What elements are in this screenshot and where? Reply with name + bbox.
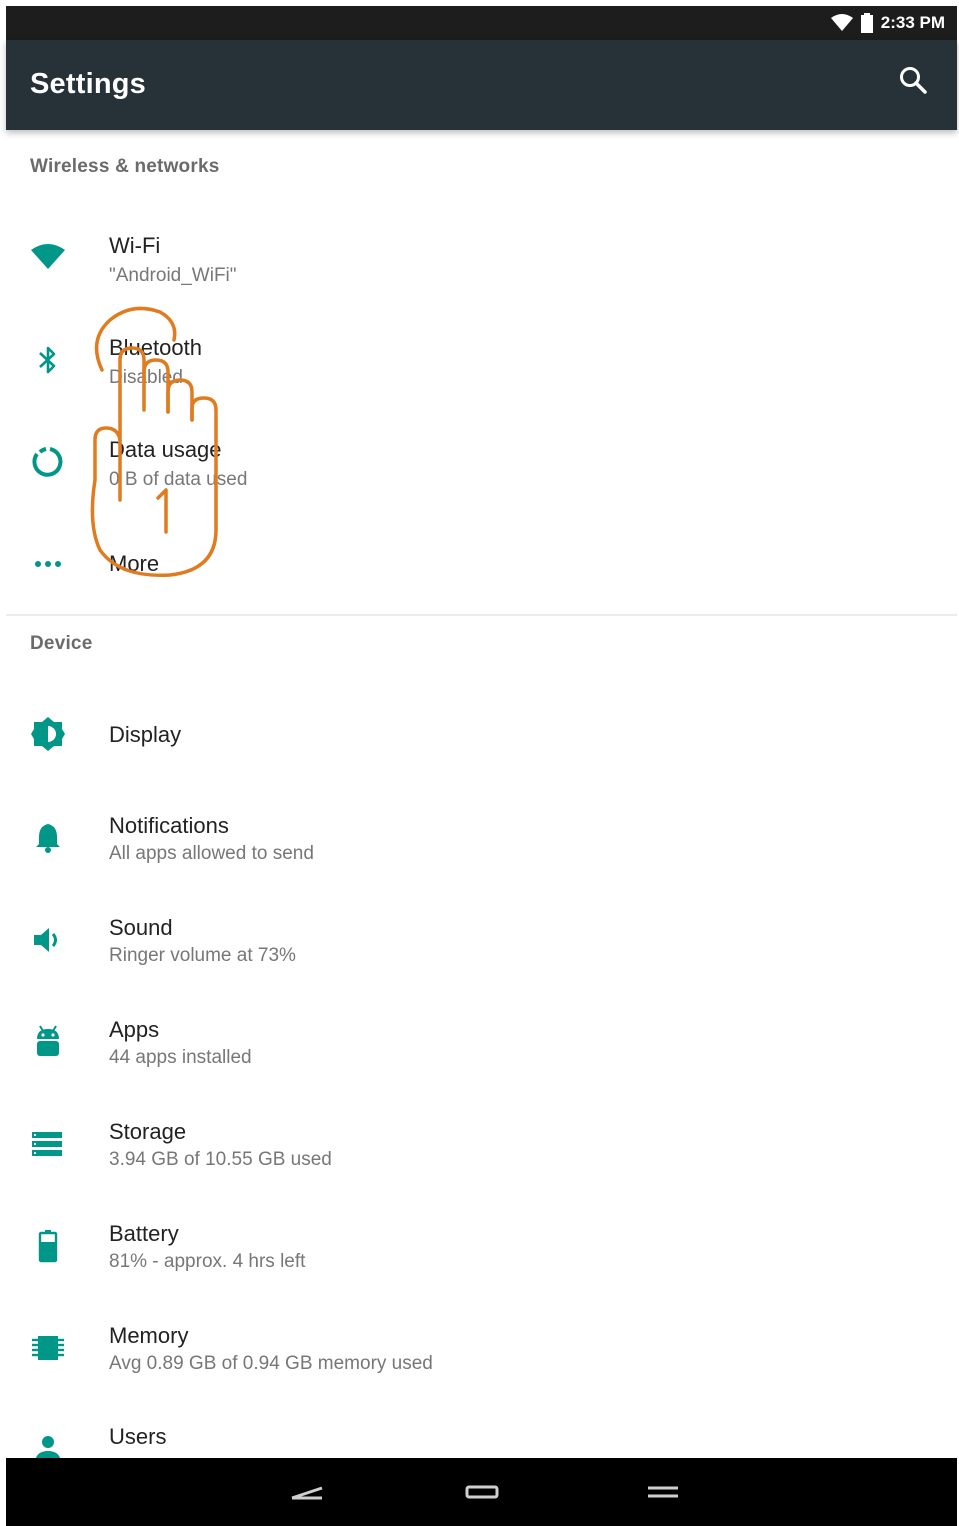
settings-item-data-usage[interactable]: Data usage 0 B of data used: [6, 412, 957, 512]
memory-icon: [32, 1336, 64, 1360]
section-header-wireless: Wireless & networks: [30, 156, 220, 177]
sound-icon: [34, 928, 57, 952]
settings-item-more[interactable]: More: [6, 514, 957, 610]
users-icon: [35, 1436, 61, 1458]
item-summary: Avg 0.89 GB of 0.94 GB memory used: [109, 1353, 433, 1374]
wifi-status-icon: [830, 14, 853, 31]
section-divider: [6, 614, 957, 616]
settings-item-display[interactable]: Display: [6, 686, 957, 786]
settings-item-battery[interactable]: Battery 81% - approx. 4 hrs left: [6, 1196, 957, 1296]
settings-item-wifi[interactable]: Wi-Fi "Android_WiFi": [6, 208, 957, 308]
display-icon: [31, 717, 65, 751]
settings-item-apps[interactable]: Apps 44 apps installed: [6, 992, 957, 1092]
home-icon: [465, 1485, 499, 1499]
item-summary: Ringer volume at 73%: [109, 945, 296, 966]
item-title: Sound: [109, 915, 173, 940]
item-summary: 44 apps installed: [109, 1047, 252, 1068]
settings-item-users[interactable]: Users: [6, 1400, 957, 1458]
item-summary: "Android_WiFi": [109, 265, 237, 286]
item-title: Data usage: [109, 437, 222, 462]
status-time: 2:33 PM: [880, 13, 945, 32]
page-title: Settings: [30, 68, 146, 100]
settings-item-sound[interactable]: Sound Ringer volume at 73%: [6, 890, 957, 990]
item-title: Battery: [109, 1221, 179, 1246]
item-summary: 81% - approx. 4 hrs left: [109, 1251, 306, 1272]
item-title: Storage: [109, 1119, 187, 1144]
search-icon: [900, 67, 927, 94]
item-title: More: [109, 551, 160, 576]
item-summary: 0 B of data used: [109, 469, 248, 490]
back-icon: [291, 1486, 323, 1500]
item-summary: All apps allowed to send: [109, 843, 314, 864]
back-button[interactable]: [282, 1472, 342, 1512]
navigation-bar: [6, 1458, 957, 1526]
battery-icon: [38, 1230, 58, 1263]
item-title: Notifications: [109, 813, 229, 838]
item-title: Memory: [109, 1323, 189, 1348]
recents-icon: [648, 1486, 678, 1498]
battery-status-icon: [860, 13, 873, 33]
settings-item-storage[interactable]: Storage 3.94 GB of 10.55 GB used: [6, 1094, 957, 1194]
home-button[interactable]: [452, 1472, 512, 1512]
status-bar: 2:33 PM: [6, 6, 957, 40]
more-icon: [35, 561, 61, 567]
item-summary: Disabled: [109, 367, 183, 388]
settings-item-notifications[interactable]: Notifications All apps allowed to send: [6, 788, 957, 888]
settings-item-memory[interactable]: Memory Avg 0.89 GB of 0.94 GB memory use…: [6, 1298, 957, 1398]
item-title: Display: [109, 722, 182, 747]
item-summary: 3.94 GB of 10.55 GB used: [109, 1149, 332, 1170]
app-bar: Settings: [6, 40, 957, 130]
notifications-icon: [36, 824, 60, 853]
wifi-icon: [31, 244, 65, 269]
settings-item-bluetooth[interactable]: Bluetooth Disabled: [6, 310, 957, 410]
data-usage-icon: [32, 447, 63, 477]
section-header-device: Device: [30, 633, 93, 654]
item-title: Wi-Fi: [109, 233, 161, 258]
apps-icon: [37, 1025, 59, 1056]
recents-button[interactable]: [632, 1472, 692, 1512]
storage-icon: [32, 1132, 62, 1156]
item-title: Users: [109, 1424, 167, 1449]
bluetooth-icon: [39, 346, 56, 374]
item-title: Apps: [109, 1017, 160, 1042]
item-title: Bluetooth: [109, 335, 202, 360]
search-button[interactable]: [897, 64, 931, 98]
